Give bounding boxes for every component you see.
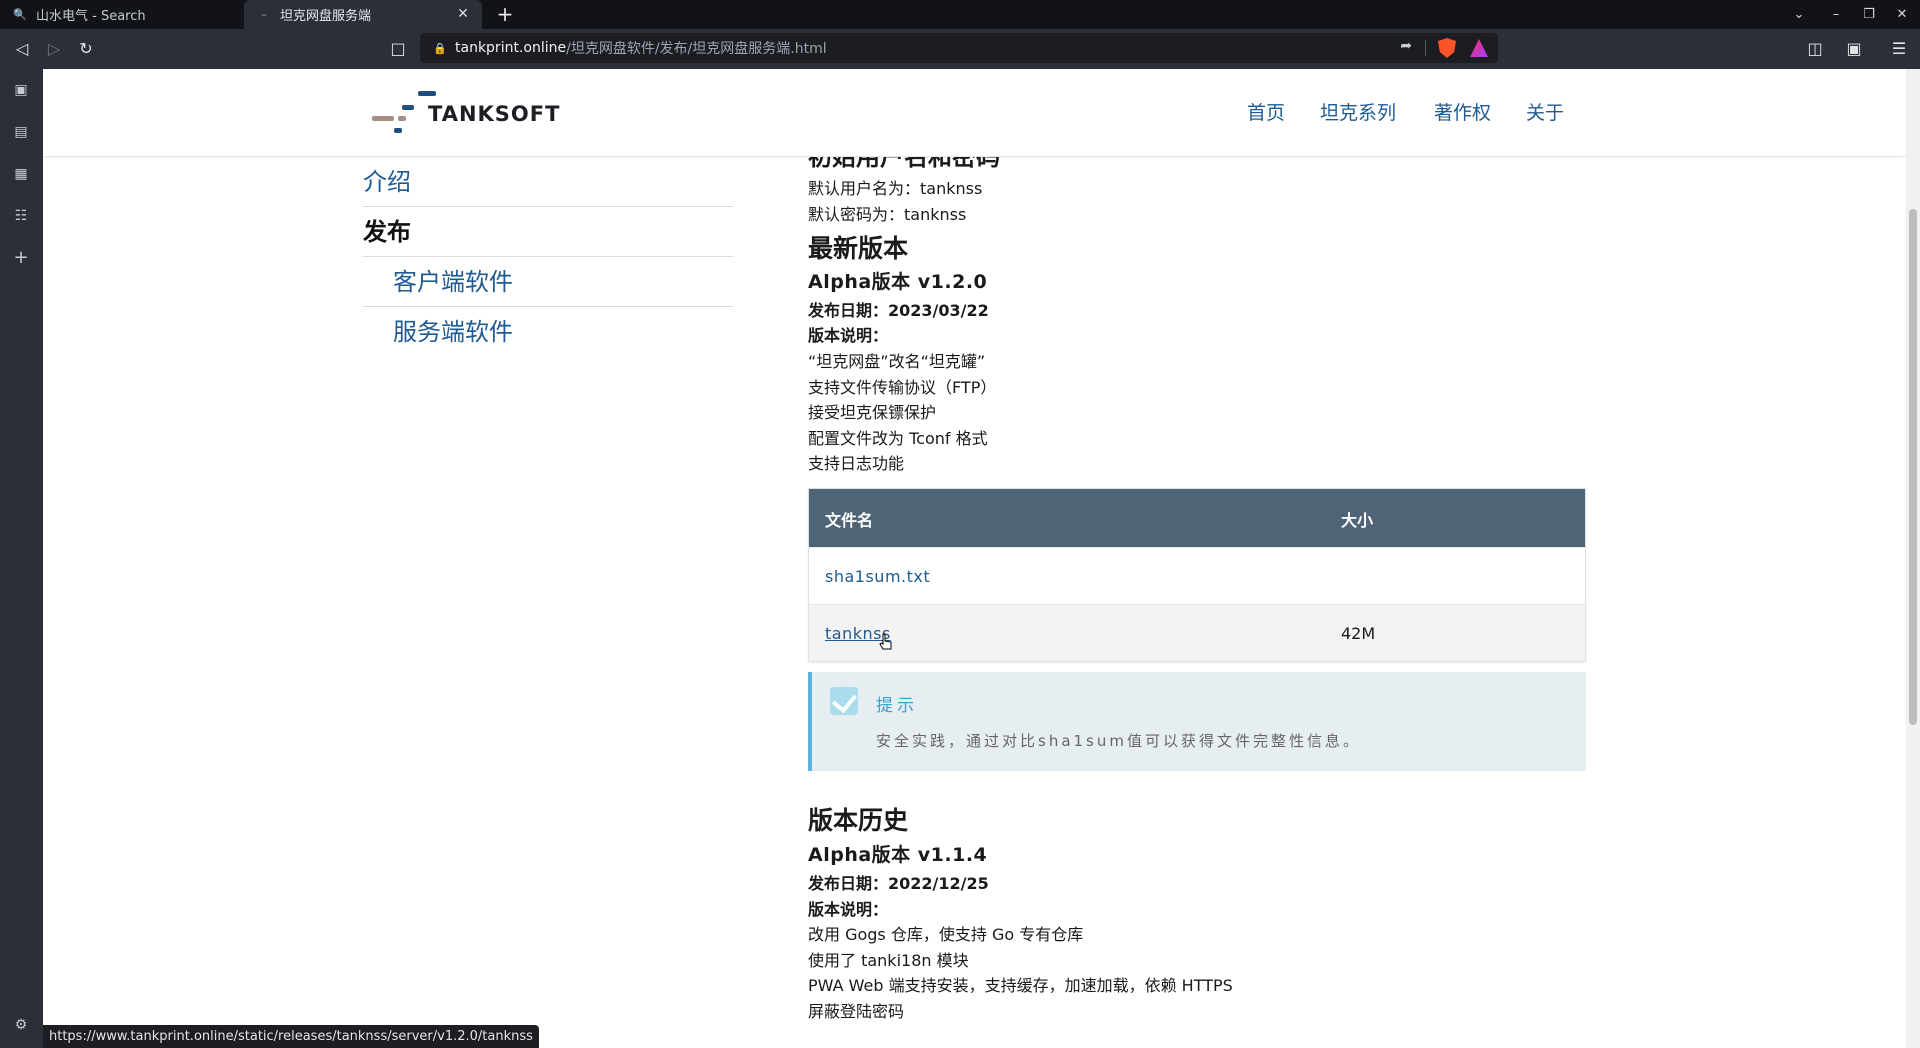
- tab-list-chevron-icon[interactable]: ⌄: [1788, 4, 1810, 26]
- url-divider: [1425, 40, 1426, 56]
- brave-rewards-icon[interactable]: [1470, 39, 1488, 57]
- latest-note: 支持文件传输协议（FTP）: [808, 378, 997, 397]
- page-icon: –: [261, 8, 267, 21]
- wallet-icon[interactable]: ▣: [1843, 38, 1865, 60]
- logo-text: TANKSOFT: [428, 102, 561, 126]
- tip-title: 提示: [876, 696, 918, 716]
- doc-sidebar-menu: 介绍 发布 客户端软件 服务端软件: [363, 157, 733, 357]
- file-size: 42M: [1341, 624, 1376, 643]
- menu-item-intro[interactable]: 介绍: [363, 157, 733, 207]
- browser-sidepanel: ▣ ▤ ▦ ☷ + ⚙: [0, 69, 43, 1048]
- file-link-sha1sum[interactable]: sha1sum.txt: [825, 567, 930, 586]
- latest-note: 配置文件改为 Tconf 格式: [808, 429, 988, 448]
- search-icon: 🔍: [13, 8, 27, 21]
- latest-release-date: 发布日期：2023/03/22: [808, 301, 989, 320]
- logo-bar: [398, 116, 406, 121]
- logo-bar: [402, 105, 414, 110]
- site-logo[interactable]: TANKSOFT: [372, 87, 572, 139]
- tab-title: 坦克网盘服务端: [280, 9, 372, 24]
- download-table: 文件名 大小 sha1sum.txt tanknss 42M: [808, 488, 1586, 662]
- tip-callout: 提示 安全实践，通过对比sha1sum值可以获得文件完整性信息。: [808, 672, 1586, 771]
- default-username-text: 默认用户名为：tanknss: [808, 179, 983, 198]
- reload-icon[interactable]: ↻: [75, 38, 97, 60]
- back-icon[interactable]: ◁: [11, 38, 33, 60]
- address-bar[interactable]: 🔒 tankprint.online /坦克网盘软件/发布/坦克网盘服务端.ht…: [420, 33, 1498, 63]
- page-scrollbar[interactable]: [1906, 69, 1920, 1048]
- latest-version-title: Alpha版本 v1.2.0: [808, 271, 988, 293]
- page-viewport: TANKSOFT 首页 坦克系列 著作权 关于 介绍 发布 客户端软件 服务端软…: [43, 69, 1920, 1048]
- table-row: sha1sum.txt: [809, 547, 1585, 604]
- video-icon[interactable]: ▣: [11, 80, 31, 100]
- nav-tank-series[interactable]: 坦克系列: [1320, 98, 1396, 125]
- sidebar-toggle-icon[interactable]: ◫: [1804, 38, 1826, 60]
- nav-home[interactable]: 首页: [1247, 98, 1285, 125]
- add-panel-icon[interactable]: +: [11, 248, 31, 268]
- hand-cursor-icon: [879, 633, 892, 650]
- close-tab-icon[interactable]: ✕: [454, 5, 472, 23]
- history-note: 屏蔽登陆密码: [808, 1002, 905, 1021]
- history-notes-label: 版本说明：: [808, 900, 889, 919]
- logo-bar: [372, 116, 394, 121]
- tab-server-page[interactable]: – 坦克网盘服务端 ✕: [244, 0, 482, 29]
- tab-bar: 🔍 山水电气 - Search – 坦克网盘服务端 ✕ + ⌄ – ❐ ✕: [0, 0, 1920, 29]
- tab-title: 山水电气 - Search: [36, 9, 146, 24]
- logo-bar: [394, 128, 402, 133]
- forward-icon[interactable]: ▷: [43, 38, 65, 60]
- history-note: 使用了 tanki18n 模块: [808, 951, 969, 970]
- menu-item-server[interactable]: 服务端软件: [363, 307, 733, 357]
- close-window-icon[interactable]: ✕: [1891, 4, 1913, 26]
- heading-latest-version: 最新版本: [808, 234, 909, 263]
- scrollbar-thumb[interactable]: [1909, 209, 1917, 725]
- logo-bar: [418, 91, 436, 96]
- new-tab-icon[interactable]: +: [494, 3, 516, 25]
- content-area: 介绍 发布 客户端软件 服务端软件 初始用户名和密码 默认用户名为：tankns…: [43, 157, 1906, 1048]
- tab-search[interactable]: 🔍 山水电气 - Search: [0, 0, 242, 29]
- minimize-icon[interactable]: –: [1825, 4, 1847, 26]
- latest-note: “坦克网盘”改名“坦克罐”: [808, 352, 986, 371]
- history-version-title: Alpha版本 v1.1.4: [808, 844, 988, 866]
- menu-item-release[interactable]: 发布: [363, 207, 733, 257]
- table-row: tanknss 42M: [809, 604, 1585, 661]
- history-note: 改用 Gogs 仓库，使支持 Go 专有仓库: [808, 925, 1084, 944]
- menu-item-client[interactable]: 客户端软件: [363, 257, 733, 307]
- latest-note: 接受坦克保镖保护: [808, 403, 937, 422]
- nav-copyright[interactable]: 著作权: [1434, 98, 1491, 125]
- checkbox-checked-icon: [830, 687, 858, 715]
- menu-icon[interactable]: ☰: [1888, 38, 1910, 60]
- nav-about[interactable]: 关于: [1526, 98, 1564, 125]
- history-release-date: 发布日期：2022/12/25: [808, 874, 989, 893]
- bookmarks-icon[interactable]: ▦: [11, 164, 31, 184]
- settings-gear-icon[interactable]: ⚙: [11, 1015, 31, 1035]
- restore-icon[interactable]: ❐: [1858, 4, 1880, 26]
- site-header: TANKSOFT 首页 坦克系列 著作权 关于: [43, 69, 1906, 157]
- column-header-filename: 文件名: [825, 511, 874, 530]
- reading-list-icon[interactable]: ☷: [11, 206, 31, 226]
- heading-version-history: 版本历史: [808, 806, 909, 835]
- latest-notes-label: 版本说明：: [808, 326, 889, 345]
- bookmark-icon[interactable]: □: [387, 38, 409, 60]
- wallet-panel-icon[interactable]: ▤: [11, 122, 31, 142]
- latest-note: 支持日志功能: [808, 454, 905, 473]
- share-icon[interactable]: ➦: [1400, 38, 1412, 54]
- url-path: /坦克网盘软件/发布/坦克网盘服务端.html: [566, 41, 827, 57]
- tip-text: 安全实践，通过对比sha1sum值可以获得文件完整性信息。: [876, 732, 1361, 750]
- heading-initial-credentials: 初始用户名和密码: [808, 157, 1000, 171]
- default-password-text: 默认密码为：tanknss: [808, 205, 967, 224]
- column-header-size: 大小: [1341, 511, 1374, 530]
- history-note: PWA Web 端支持安装，支持缓存，加速加载，依赖 HTTPS: [808, 976, 1233, 995]
- lock-icon: 🔒: [433, 42, 447, 55]
- url-host: tankprint.online: [455, 40, 567, 56]
- link-status-bar: https://www.tankprint.online/static/rele…: [43, 1025, 539, 1048]
- brave-shields-icon[interactable]: [1438, 38, 1456, 58]
- browser-toolbar: ◁ ▷ ↻ □ 🔒 tankprint.online /坦克网盘软件/发布/坦克…: [0, 29, 1920, 69]
- table-header: 文件名 大小: [809, 489, 1585, 547]
